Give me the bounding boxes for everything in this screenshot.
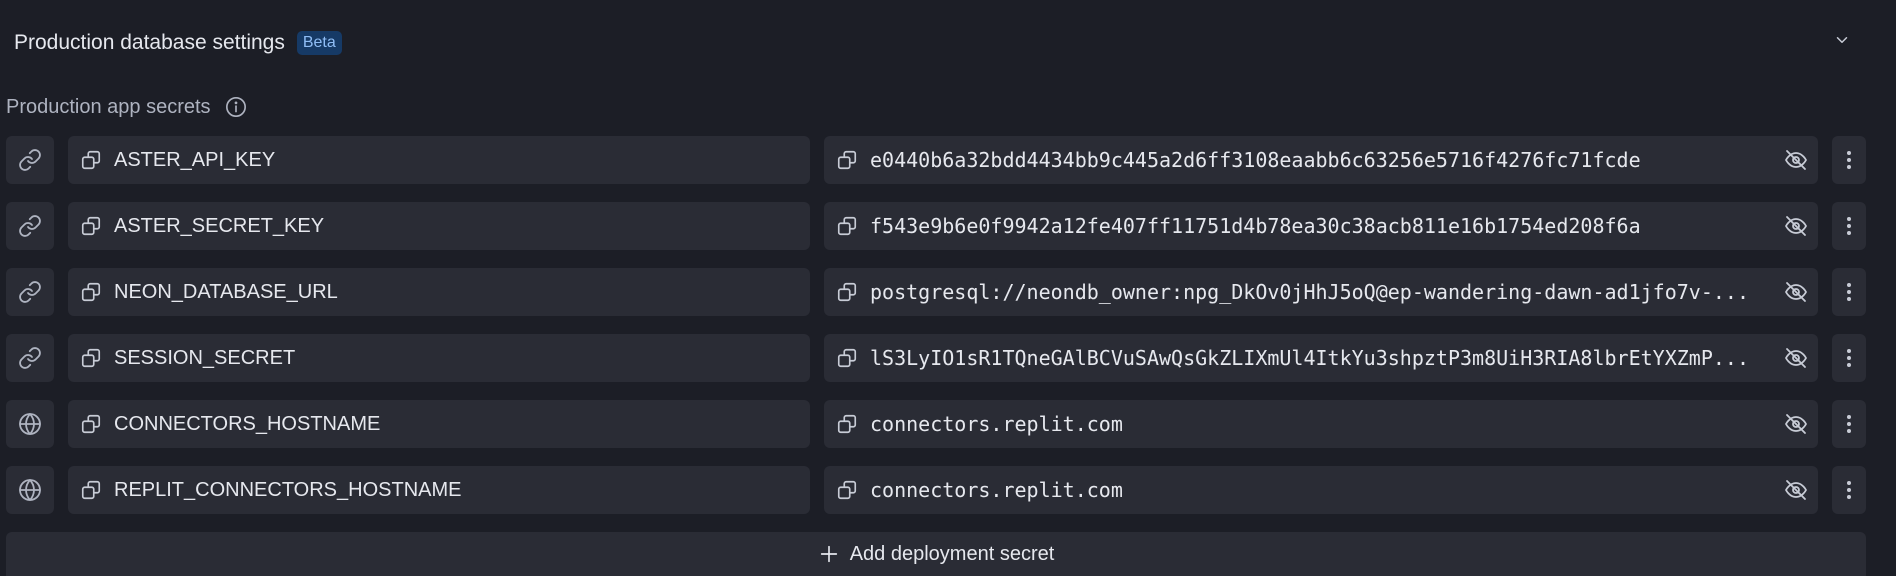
eye-off-icon[interactable] xyxy=(1782,476,1810,504)
globe-icon[interactable] xyxy=(6,400,54,448)
eye-off-icon[interactable] xyxy=(1782,410,1810,438)
secrets-heading: Production app secrets xyxy=(6,93,249,121)
add-deployment-secret-label: Add deployment secret xyxy=(849,542,1055,565)
more-options-icon[interactable] xyxy=(1832,400,1866,448)
link-icon[interactable] xyxy=(6,268,54,316)
secret-value-field[interactable]: lS3LyIO1sR1TQneGAlBCVuSAwQsGkZLIXmUl4Itk… xyxy=(824,334,1818,382)
eye-off-icon[interactable] xyxy=(1782,278,1810,306)
eye-off-icon[interactable] xyxy=(1782,344,1810,372)
secret-key-field[interactable]: ASTER_API_KEY xyxy=(68,136,810,184)
copy-icon[interactable] xyxy=(80,347,102,369)
secrets-heading-label: Production app secrets xyxy=(6,95,211,118)
copy-icon[interactable] xyxy=(80,149,102,171)
secret-row: NEON_DATABASE_URL postgresql://neondb_ow… xyxy=(0,268,1896,316)
secret-value: f543e9b6e0f9942a12fe407ff11751d4b78ea30c… xyxy=(870,214,1641,238)
plus-icon xyxy=(818,543,840,565)
more-options-icon[interactable] xyxy=(1832,202,1866,250)
secret-row: ASTER_SECRET_KEY f543e9b6e0f9942a12fe407… xyxy=(0,202,1896,250)
secret-key: REPLIT_CONNECTORS_HOSTNAME xyxy=(114,478,462,501)
add-deployment-secret-button[interactable]: Add deployment secret xyxy=(6,532,1866,576)
section-header[interactable]: Production database settings Beta xyxy=(14,28,342,58)
section-title: Production database settings xyxy=(14,31,285,54)
secret-row: CONNECTORS_HOSTNAME connectors.replit.co… xyxy=(0,400,1896,448)
more-options-icon[interactable] xyxy=(1832,334,1866,382)
eye-off-icon[interactable] xyxy=(1782,146,1810,174)
copy-icon[interactable] xyxy=(836,347,858,369)
secret-key-field[interactable]: REPLIT_CONNECTORS_HOSTNAME xyxy=(68,466,810,514)
copy-icon[interactable] xyxy=(80,215,102,237)
link-icon[interactable] xyxy=(6,202,54,250)
secret-key: ASTER_SECRET_KEY xyxy=(114,214,325,237)
secret-key-field[interactable]: ASTER_SECRET_KEY xyxy=(68,202,810,250)
secret-key: SESSION_SECRET xyxy=(114,346,296,369)
copy-icon[interactable] xyxy=(836,413,858,435)
copy-icon[interactable] xyxy=(836,149,858,171)
secret-row: REPLIT_CONNECTORS_HOSTNAME connectors.re… xyxy=(0,466,1896,514)
link-icon[interactable] xyxy=(6,136,54,184)
link-icon[interactable] xyxy=(6,334,54,382)
secret-value-field[interactable]: f543e9b6e0f9942a12fe407ff11751d4b78ea30c… xyxy=(824,202,1818,250)
secret-value-field[interactable]: postgresql://neondb_owner:npg_DkOv0jHhJ5… xyxy=(824,268,1818,316)
more-options-icon[interactable] xyxy=(1832,466,1866,514)
secret-key-field[interactable]: CONNECTORS_HOSTNAME xyxy=(68,400,810,448)
secret-key: ASTER_API_KEY xyxy=(114,148,276,171)
secret-value-field[interactable]: connectors.replit.com xyxy=(824,466,1818,514)
copy-icon[interactable] xyxy=(836,479,858,501)
secret-value: e0440b6a32bdd4434bb9c445a2d6ff3108eaabb6… xyxy=(870,148,1641,172)
copy-icon[interactable] xyxy=(836,281,858,303)
more-options-icon[interactable] xyxy=(1832,136,1866,184)
secret-key: NEON_DATABASE_URL xyxy=(114,280,338,303)
info-icon[interactable] xyxy=(223,94,249,120)
secret-row: SESSION_SECRET lS3LyIO1sR1TQneGAlBCVuSAw… xyxy=(0,334,1896,382)
secret-value-field[interactable]: connectors.replit.com xyxy=(824,400,1818,448)
secret-value: connectors.replit.com xyxy=(870,478,1123,502)
secret-value: lS3LyIO1sR1TQneGAlBCVuSAwQsGkZLIXmUl4Itk… xyxy=(870,346,1749,370)
secret-value: connectors.replit.com xyxy=(870,412,1123,436)
secret-row: ASTER_API_KEY e0440b6a32bdd4434bb9c445a2… xyxy=(0,136,1896,184)
secret-key-field[interactable]: NEON_DATABASE_URL xyxy=(68,268,810,316)
copy-icon[interactable] xyxy=(80,413,102,435)
secret-value-field[interactable]: e0440b6a32bdd4434bb9c445a2d6ff3108eaabb6… xyxy=(824,136,1818,184)
beta-badge: Beta xyxy=(296,31,342,55)
chevron-down-icon[interactable] xyxy=(1828,26,1856,54)
copy-icon[interactable] xyxy=(80,281,102,303)
eye-off-icon[interactable] xyxy=(1782,212,1810,240)
secret-value: postgresql://neondb_owner:npg_DkOv0jHhJ5… xyxy=(870,280,1749,304)
secret-key: CONNECTORS_HOSTNAME xyxy=(114,412,381,435)
copy-icon[interactable] xyxy=(80,479,102,501)
more-options-icon[interactable] xyxy=(1832,268,1866,316)
globe-icon[interactable] xyxy=(6,466,54,514)
copy-icon[interactable] xyxy=(836,215,858,237)
secret-key-field[interactable]: SESSION_SECRET xyxy=(68,334,810,382)
